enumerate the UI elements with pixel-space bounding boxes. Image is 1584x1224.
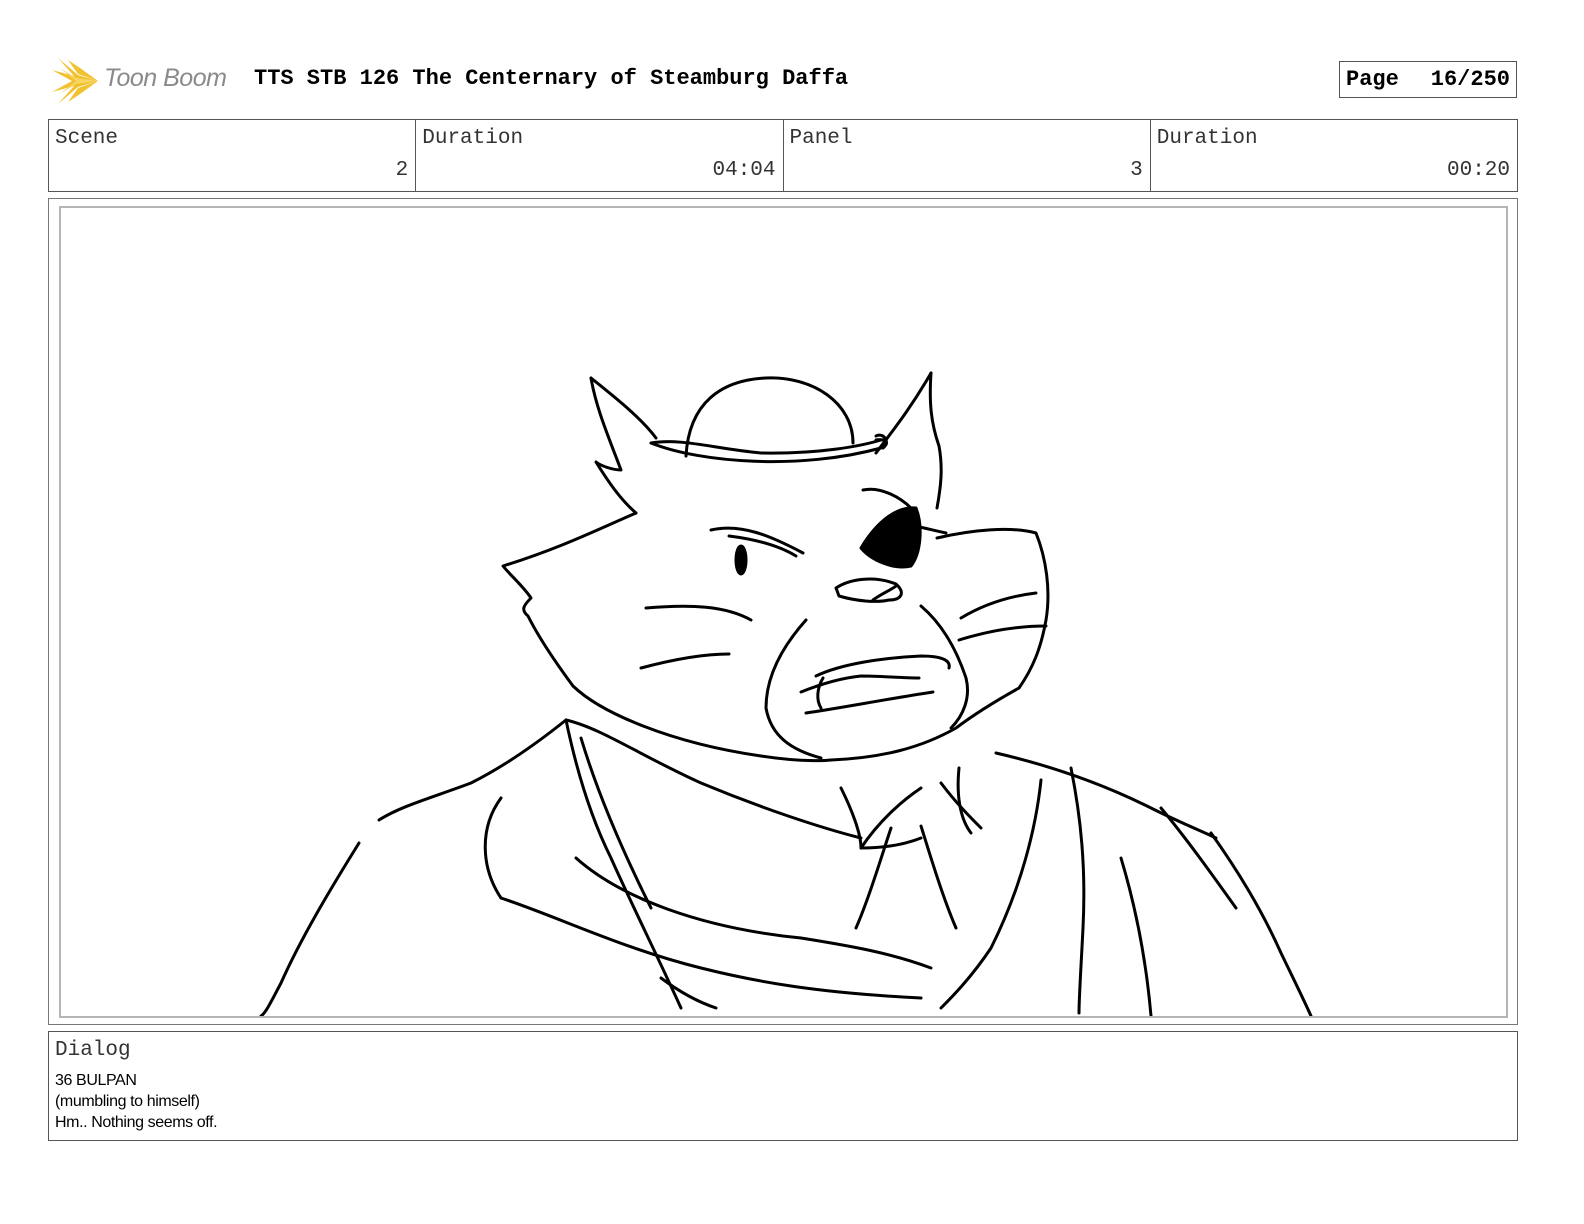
toon-boom-logo: Toon Boom	[50, 56, 240, 106]
page-label: Page	[1346, 67, 1399, 92]
scene-cell: Scene 2	[49, 120, 417, 191]
scene-duration-value: 04:04	[712, 159, 776, 182]
page-number: 16/250	[1430, 67, 1510, 92]
panel-duration-cell: Duration 00:20	[1151, 120, 1517, 191]
dialog-label: Dialog	[55, 1039, 131, 1062]
storyboard-panel-frame	[48, 198, 1518, 1025]
document-title: TTS STB 126 The Centernary of Steamburg …	[254, 66, 849, 91]
page-indicator: Page 16/250	[1339, 61, 1517, 98]
panel-cell: Panel 3	[784, 120, 1151, 191]
storyboard-panel	[59, 206, 1508, 1018]
panel-duration-label: Duration	[1156, 127, 1258, 150]
panel-duration-value: 00:20	[1446, 159, 1510, 182]
dialog-line-character: 36 BULPAN	[55, 1072, 137, 1089]
scene-duration-cell: Duration 04:04	[416, 120, 784, 191]
dialog-line-speech: Hm.. Nothing seems off.	[55, 1114, 218, 1131]
panel-value: 3	[1130, 159, 1143, 182]
scene-label: Scene	[55, 127, 119, 150]
panel-info-row: Scene 2 Duration 04:04 Panel 3 Duration …	[48, 119, 1518, 192]
cat-character-sketch	[259, 371, 1313, 1016]
scene-duration-label: Duration	[422, 127, 524, 150]
toon-boom-star-icon	[52, 58, 98, 104]
dialog-line-direction: (mumbling to himself)	[55, 1093, 200, 1110]
scene-value: 2	[395, 159, 409, 182]
dialog-box: Dialog 36 BULPAN (mumbling to himself) H…	[48, 1031, 1518, 1141]
logo-text: Toon Boom	[104, 64, 227, 92]
panel-label: Panel	[789, 127, 853, 150]
